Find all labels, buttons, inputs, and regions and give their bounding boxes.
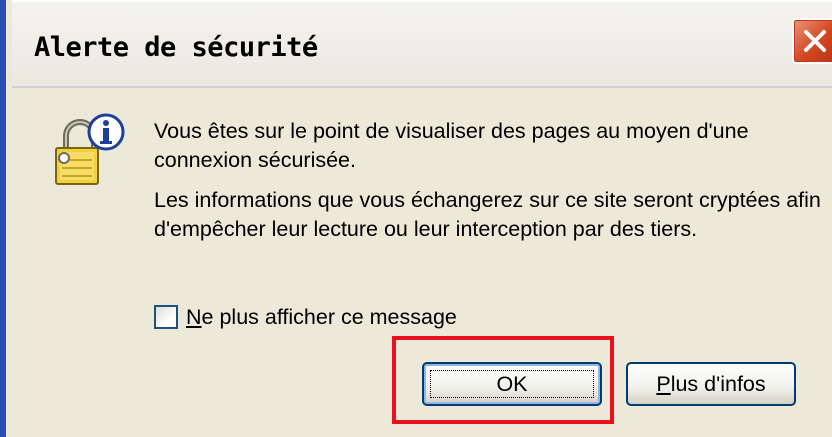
ok-button-label: OK bbox=[496, 371, 528, 396]
more-info-button-label: Plus d'infos bbox=[656, 371, 766, 396]
title-bar[interactable]: Alerte de sécurité bbox=[12, 0, 832, 88]
close-button[interactable] bbox=[792, 18, 832, 64]
security-alert-dialog: Alerte de sécurité Vous êtes sur le poin… bbox=[0, 0, 832, 437]
message-secure-connection: Vous êtes sur le point de visualiser des… bbox=[154, 119, 749, 172]
dont-show-again-option[interactable]: Ne plus afficher ce message bbox=[154, 302, 457, 332]
close-icon bbox=[804, 30, 826, 52]
dialog-title: Alerte de sécurité bbox=[34, 32, 318, 63]
ok-button[interactable]: OK bbox=[422, 362, 602, 406]
dont-show-again-checkbox[interactable] bbox=[154, 305, 178, 329]
more-info-button[interactable]: Plus d'infos bbox=[626, 362, 796, 406]
padlock-info-icon bbox=[55, 113, 125, 185]
message-encryption-info: Les informations que vous échangerez sur… bbox=[154, 188, 821, 241]
dialog-body: Vous êtes sur le point de visualiser des… bbox=[12, 88, 832, 437]
dont-show-again-label[interactable]: Ne plus afficher ce message bbox=[186, 305, 457, 330]
